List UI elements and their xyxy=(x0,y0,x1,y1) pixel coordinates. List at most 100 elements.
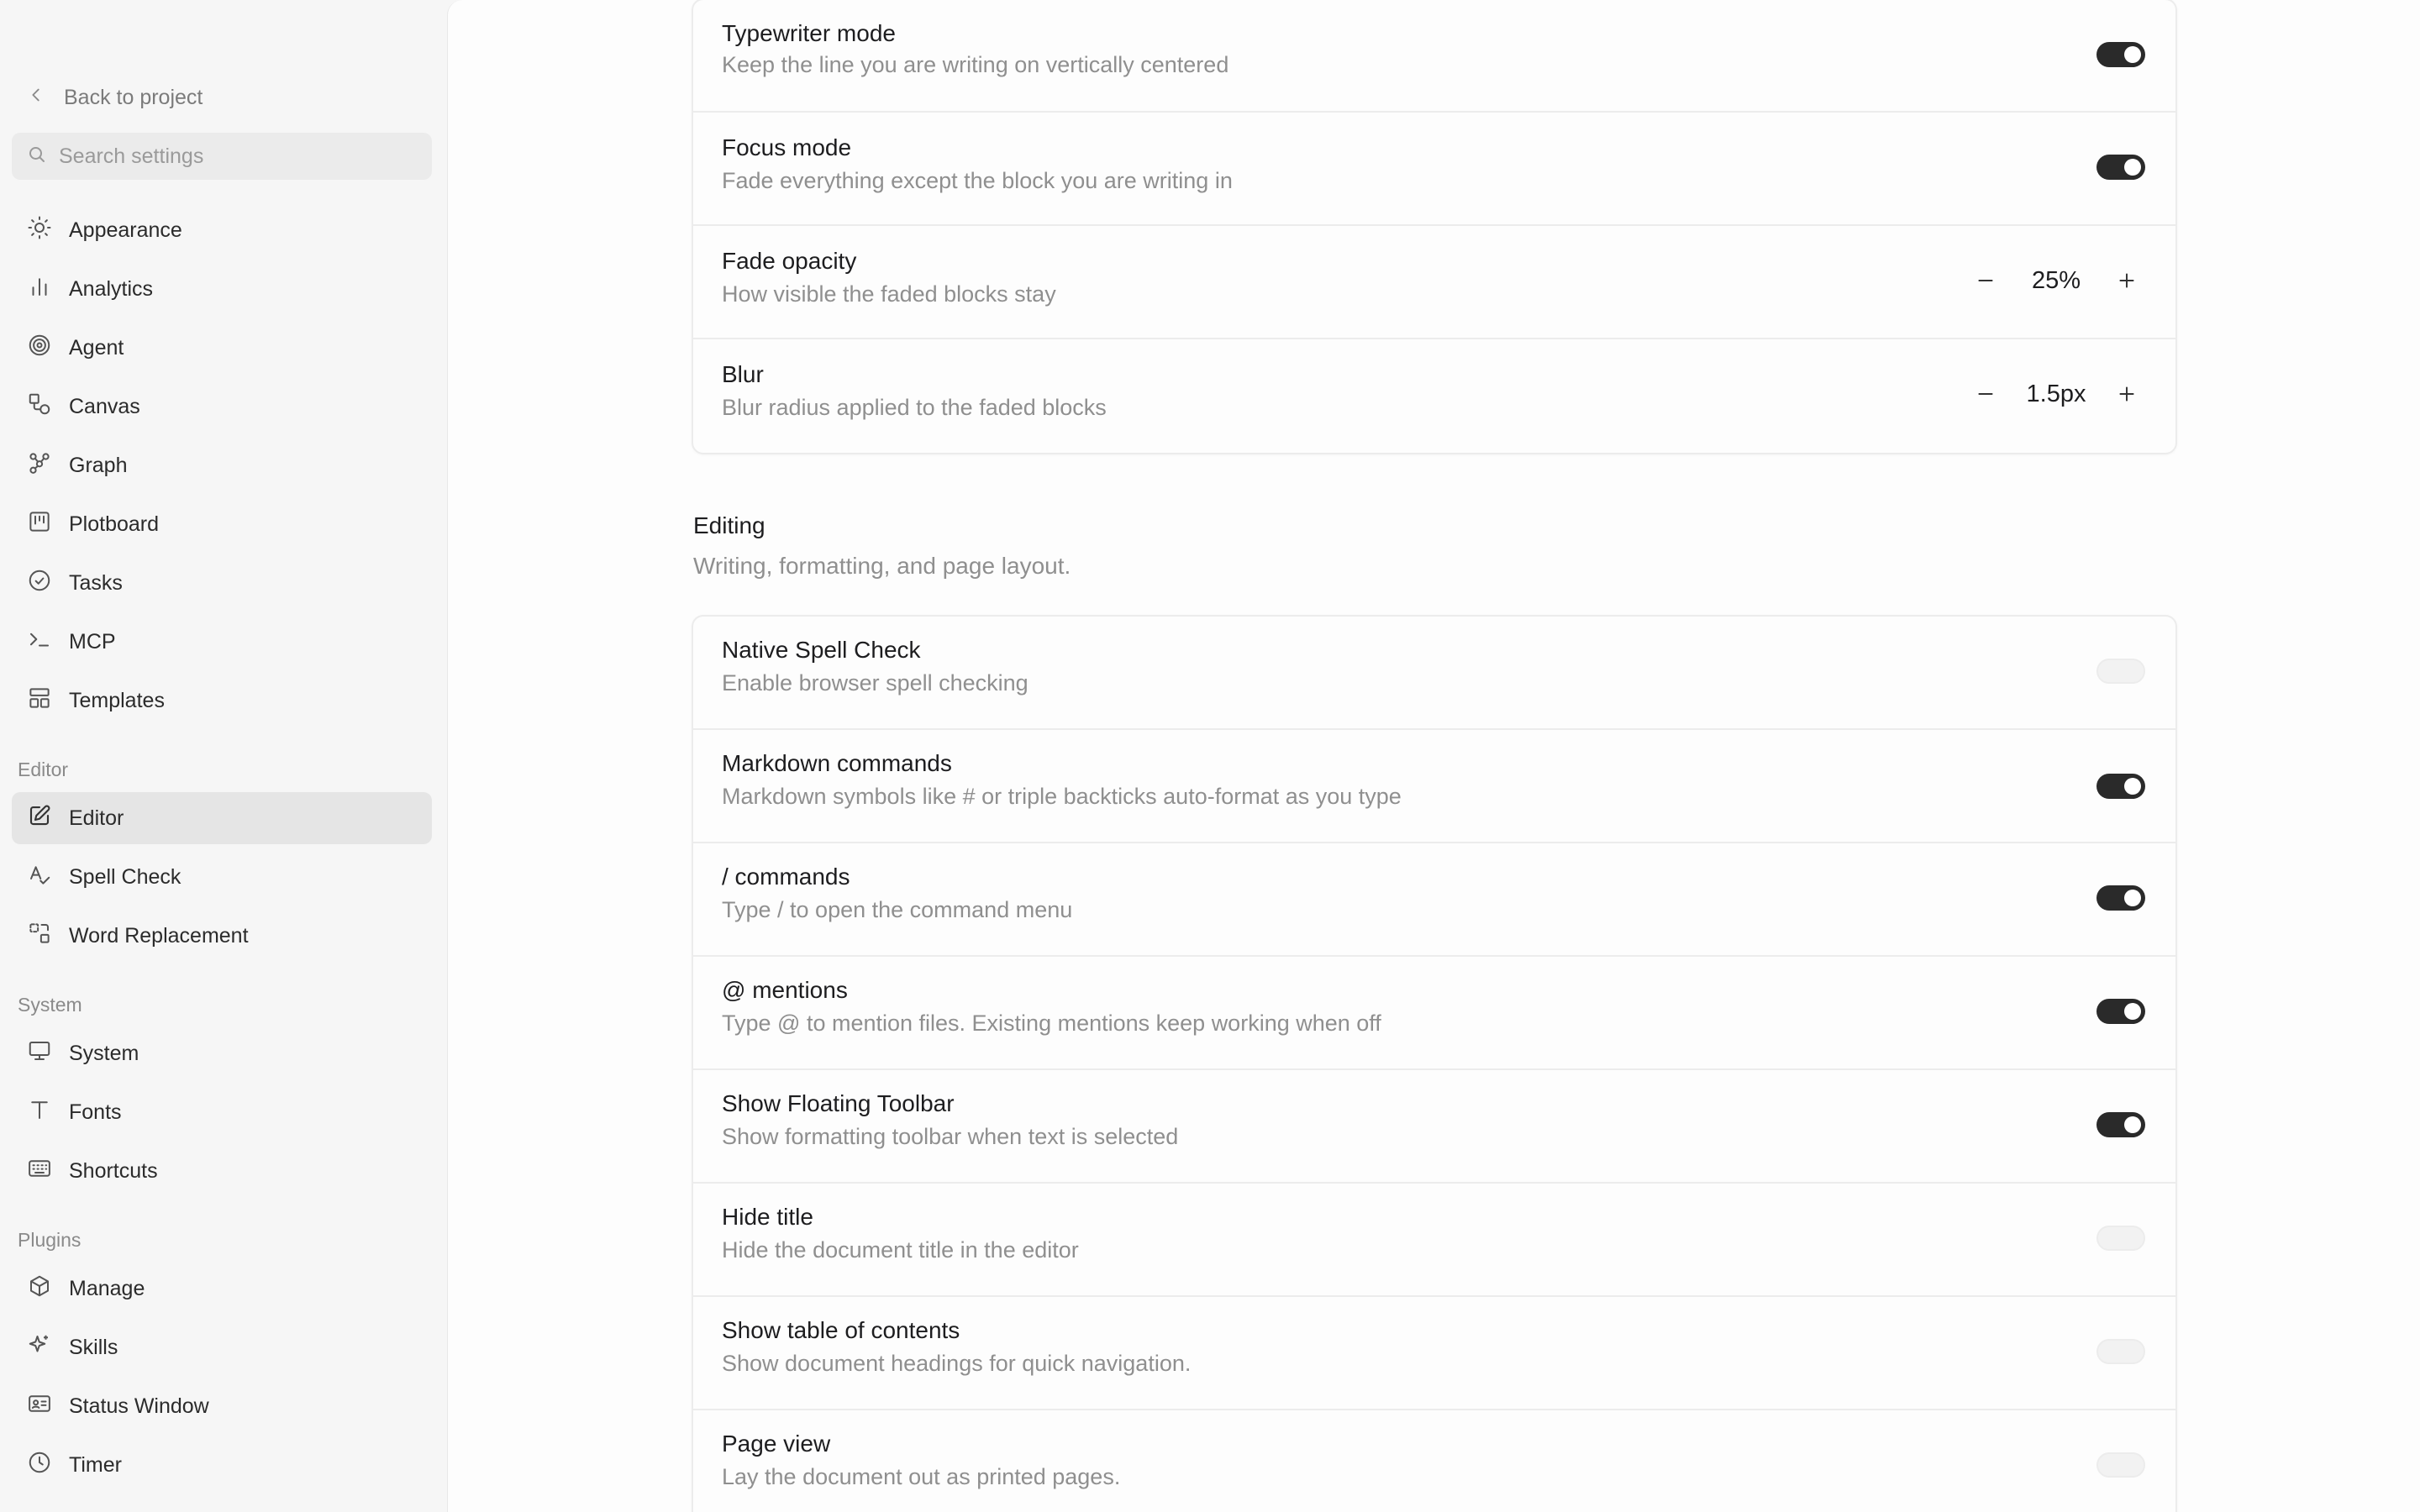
sidebar-item-fonts[interactable]: Fonts xyxy=(12,1086,432,1138)
sidebar-item-label: Appearance xyxy=(69,218,182,242)
setting-title: Show table of contents xyxy=(722,1317,960,1343)
bar-chart-icon xyxy=(27,274,52,305)
setting-title: Native Spell Check xyxy=(722,637,921,663)
sidebar-item-label: Analytics xyxy=(69,276,154,301)
sidebar-item-label: Editor xyxy=(69,806,124,830)
terminal-icon xyxy=(27,627,52,658)
setting-row-blur: Blur Blur radius applied to the faded bl… xyxy=(693,339,2175,453)
floating-toolbar-toggle[interactable] xyxy=(2096,1112,2145,1137)
setting-row-at-mentions: @ mentions Type @ to mention files. Exis… xyxy=(693,957,2175,1070)
sidebar-item-templates[interactable]: Templates xyxy=(12,675,432,727)
kanban-icon xyxy=(27,509,52,540)
section-label-editor: Editor xyxy=(18,759,69,780)
setting-title: Focus mode xyxy=(722,134,852,160)
stepper-value: 25% xyxy=(2031,266,2081,294)
decrement-button[interactable] xyxy=(1967,263,2004,298)
sidebar-item-appearance[interactable]: Appearance xyxy=(12,204,432,256)
sidebar-item-label: Tasks xyxy=(69,570,123,595)
increment-button[interactable] xyxy=(2108,376,2145,412)
sidebar-item-label: Timer xyxy=(69,1452,122,1477)
setting-description: Type / to open the command menu xyxy=(722,897,1073,922)
sidebar-item-timer[interactable]: Timer xyxy=(12,1439,432,1491)
setting-title: Hide title xyxy=(722,1204,813,1230)
sidebar-item-label: Manage xyxy=(69,1276,145,1300)
plus-icon xyxy=(2119,273,2134,288)
slash-commands-toggle[interactable] xyxy=(2096,885,2145,911)
settings-main-panel: Typewriter mode Keep the line you are wr… xyxy=(447,0,2420,1512)
setting-title: Show Floating Toolbar xyxy=(722,1090,955,1116)
native-spell-check-toggle[interactable] xyxy=(2096,659,2145,684)
setting-description: Hide the document title in the editor xyxy=(722,1237,1079,1263)
blur-stepper: 1.5px xyxy=(1967,376,2145,412)
focus-mode-toggle[interactable] xyxy=(2096,155,2145,180)
typewriter-mode-toggle[interactable] xyxy=(2096,42,2145,67)
setting-row-native-spell-check: Native Spell Check Enable browser spell … xyxy=(693,617,2175,730)
check-circle-icon xyxy=(27,568,52,599)
sidebar-item-manage[interactable]: Manage xyxy=(12,1263,432,1315)
setting-row-hide-title: Hide title Hide the document title in th… xyxy=(693,1184,2175,1297)
setting-row-typewriter-mode: Typewriter mode Keep the line you are wr… xyxy=(693,0,2175,113)
type-icon xyxy=(27,1097,52,1128)
sidebar-item-agent[interactable]: Agent xyxy=(12,322,432,374)
setting-row-page-view: Page view Lay the document out as printe… xyxy=(693,1410,2175,1512)
decrement-button[interactable] xyxy=(1967,376,2004,412)
sidebar-item-tasks[interactable]: Tasks xyxy=(12,557,432,609)
sidebar-item-spell-check[interactable]: Spell Check xyxy=(12,851,432,903)
setting-description: Lay the document out as printed pages. xyxy=(722,1464,1121,1489)
sidebar-item-word-replacement[interactable]: Word Replacement xyxy=(12,910,432,962)
graph-icon xyxy=(27,450,52,481)
sidebar-item-shortcuts[interactable]: Shortcuts xyxy=(12,1145,432,1197)
setting-description: How visible the faded blocks stay xyxy=(722,281,1056,307)
sidebar-item-skills[interactable]: Skills xyxy=(12,1321,432,1373)
sidebar-item-label: Graph xyxy=(69,453,128,477)
sidebar-item-status-window[interactable]: Status Window xyxy=(12,1380,432,1432)
sidebar-item-system[interactable]: System xyxy=(12,1027,432,1079)
markdown-commands-toggle[interactable] xyxy=(2096,774,2145,799)
setting-title: Blur xyxy=(722,361,764,387)
setting-title: @ mentions xyxy=(722,977,848,1003)
sidebar-item-label: Canvas xyxy=(69,394,140,418)
sidebar-item-canvas[interactable]: Canvas xyxy=(12,381,432,433)
setting-title: Markdown commands xyxy=(722,750,952,776)
sidebar-item-mcp[interactable]: MCP xyxy=(12,616,432,668)
stepper-value: 1.5px xyxy=(2026,380,2086,407)
table-of-contents-toggle[interactable] xyxy=(2096,1339,2145,1364)
section-title-editing: Editing xyxy=(693,512,765,538)
page-view-toggle[interactable] xyxy=(2096,1452,2145,1478)
setting-title: / commands xyxy=(722,864,850,890)
sidebar-item-analytics[interactable]: Analytics xyxy=(12,263,432,315)
minus-icon xyxy=(1978,280,1993,281)
settings-sidebar: Back to project Appearance Analytics Age… xyxy=(0,0,447,1512)
back-to-project-link[interactable]: Back to project xyxy=(27,82,203,113)
sidebar-item-graph[interactable]: Graph xyxy=(12,439,432,491)
search-input[interactable] xyxy=(59,144,412,169)
back-label: Back to project xyxy=(64,85,203,109)
setting-description: Show formatting toolbar when text is sel… xyxy=(722,1124,1179,1149)
sidebar-item-label: Status Window xyxy=(69,1394,209,1418)
setting-description: Type @ to mention files. Existing mentio… xyxy=(722,1011,1381,1036)
setting-description: Show document headings for quick navigat… xyxy=(722,1351,1192,1376)
hide-title-toggle[interactable] xyxy=(2096,1226,2145,1251)
shapes-icon xyxy=(27,391,52,423)
setting-description: Markdown symbols like # or triple backti… xyxy=(722,784,1402,809)
setting-row-fade-opacity: Fade opacity How visible the faded block… xyxy=(693,226,2175,339)
setting-row-show-floating-toolbar: Show Floating Toolbar Show formatting to… xyxy=(693,1070,2175,1184)
focus-settings-card: Typewriter mode Keep the line you are wr… xyxy=(692,0,2177,454)
sun-icon xyxy=(27,215,52,246)
monitor-icon xyxy=(27,1038,52,1069)
section-description-editing: Writing, formatting, and page layout. xyxy=(693,553,1071,579)
search-settings[interactable] xyxy=(12,133,432,180)
fade-opacity-stepper: 25% xyxy=(1967,263,2145,298)
layout-icon xyxy=(27,685,52,717)
sidebar-item-label: System xyxy=(69,1041,139,1065)
sidebar-item-plotboard[interactable]: Plotboard xyxy=(12,498,432,550)
at-mentions-toggle[interactable] xyxy=(2096,999,2145,1024)
plus-icon xyxy=(2119,386,2134,402)
increment-button[interactable] xyxy=(2108,263,2145,298)
pencil-square-icon xyxy=(27,803,52,834)
chevron-left-icon xyxy=(27,86,45,110)
sidebar-item-label: Skills xyxy=(69,1335,118,1359)
sidebar-item-editor[interactable]: Editor xyxy=(12,792,432,844)
sidebar-item-label: Agent xyxy=(69,335,124,360)
keyboard-icon xyxy=(27,1156,52,1187)
